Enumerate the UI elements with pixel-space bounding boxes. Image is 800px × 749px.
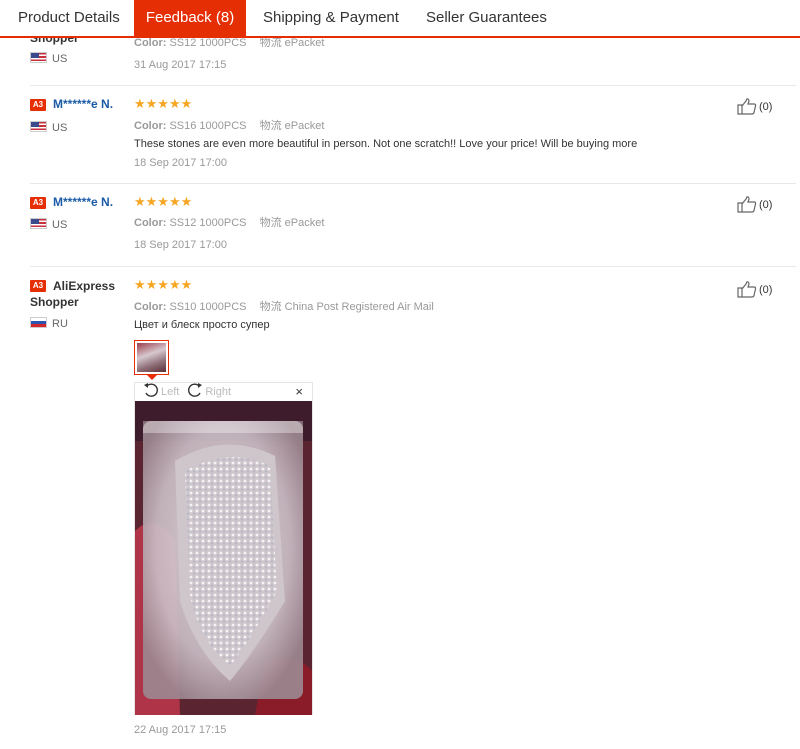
buyer-name[interactable]: M******e N. bbox=[53, 97, 113, 111]
photo-viewer-toolbar: Left Right × bbox=[135, 383, 312, 400]
logistics-value: ePacket bbox=[284, 217, 325, 229]
divider bbox=[30, 85, 796, 86]
feedback-date: 22 Aug 2017 17:15 bbox=[134, 724, 227, 736]
tab-product-details[interactable]: Product Details bbox=[18, 0, 120, 36]
color-value: SS10 1000PCS bbox=[169, 301, 247, 313]
thumbs-up-icon bbox=[737, 98, 757, 115]
photo-thumbnail[interactable] bbox=[134, 340, 169, 375]
divider bbox=[30, 183, 796, 184]
color-label: Color: bbox=[134, 301, 167, 313]
feedback-text: These stones are even more beautiful in … bbox=[134, 138, 638, 150]
logistics-label: 物流 bbox=[259, 301, 282, 313]
order-info: Color: SS16 1000PCS 物流 ePacket bbox=[134, 117, 324, 133]
photo-viewer: Left Right × bbox=[134, 382, 313, 715]
color-value: SS12 1000PCS bbox=[169, 217, 247, 229]
thumbs-up-icon bbox=[737, 196, 757, 213]
logistics-label: 物流 bbox=[259, 217, 282, 229]
rating-stars: ★★★★★ bbox=[134, 277, 193, 292]
feedback-date: 31 Aug 2017 17:15 bbox=[134, 59, 227, 71]
logistics-label: 物流 bbox=[259, 120, 282, 132]
helpful-button[interactable]: (0) bbox=[737, 98, 772, 115]
thumbnail-active-caret bbox=[147, 375, 157, 380]
buyer-level-badge: A3 bbox=[30, 280, 46, 292]
us-flag-icon bbox=[30, 121, 47, 132]
color-label: Color: bbox=[134, 217, 167, 229]
feedback-date: 18 Sep 2017 17:00 bbox=[134, 239, 227, 251]
buyer-level-badge: A3 bbox=[30, 99, 46, 111]
logistics-value: ePacket bbox=[284, 37, 325, 49]
feedback-photo bbox=[135, 401, 312, 715]
rotate-left-button[interactable]: Left bbox=[143, 382, 179, 401]
divider bbox=[30, 266, 796, 267]
buyer-country: US bbox=[52, 53, 68, 65]
rotate-right-label: Right bbox=[205, 385, 232, 398]
rotate-left-label: Left bbox=[161, 385, 180, 398]
logistics-value: ePacket bbox=[284, 120, 325, 132]
tab-bar: Product Details Feedback (8) Shipping & … bbox=[0, 0, 800, 38]
rotate-left-icon bbox=[143, 382, 159, 401]
us-flag-icon bbox=[30, 52, 47, 63]
photo-thumbnail-image bbox=[137, 343, 166, 372]
tab-shipping-payment[interactable]: Shipping & Payment bbox=[263, 0, 399, 36]
buyer-name[interactable]: M******e N. bbox=[53, 195, 113, 209]
tab-seller-guarantees[interactable]: Seller Guarantees bbox=[426, 0, 547, 36]
rotate-right-icon bbox=[187, 382, 203, 401]
order-info: Color: SS10 1000PCS 物流 China Post Regist… bbox=[134, 298, 434, 314]
feedback-date: 18 Sep 2017 17:00 bbox=[134, 157, 227, 169]
buyer-country: RU bbox=[52, 318, 68, 330]
logistics-value: China Post Registered Air Mail bbox=[284, 301, 434, 313]
helpful-count: (0) bbox=[759, 100, 773, 113]
helpful-button[interactable]: (0) bbox=[737, 196, 772, 213]
rating-stars: ★★★★★ bbox=[134, 96, 193, 111]
color-label: Color: bbox=[134, 120, 167, 132]
buyer-name-line2: Shopper bbox=[30, 295, 79, 309]
buyer-country: US bbox=[52, 122, 68, 134]
color-value: SS16 1000PCS bbox=[169, 120, 247, 132]
buyer-level-badge: A3 bbox=[30, 197, 46, 209]
helpful-count: (0) bbox=[759, 198, 773, 211]
buyer-name-line1: AliExpress bbox=[53, 279, 116, 293]
ru-flag-icon bbox=[30, 317, 47, 328]
rotate-right-button[interactable]: Right bbox=[187, 382, 231, 401]
us-flag-icon bbox=[30, 218, 47, 229]
buyer-country: US bbox=[52, 219, 68, 231]
color-label: Color: bbox=[134, 37, 167, 49]
order-info: Color: SS12 1000PCS 物流 ePacket bbox=[134, 214, 324, 230]
helpful-count: (0) bbox=[759, 283, 773, 296]
tab-feedback[interactable]: Feedback (8) bbox=[134, 0, 246, 36]
helpful-button[interactable]: (0) bbox=[737, 281, 772, 298]
thumbs-up-icon bbox=[737, 281, 757, 298]
rating-stars: ★★★★★ bbox=[134, 194, 193, 209]
feedback-text: Цвет и блеск просто супер bbox=[134, 319, 270, 331]
logistics-label: 物流 bbox=[259, 37, 282, 49]
close-viewer-button[interactable]: × bbox=[295, 384, 303, 399]
color-value: SS12 1000PCS bbox=[169, 37, 247, 49]
